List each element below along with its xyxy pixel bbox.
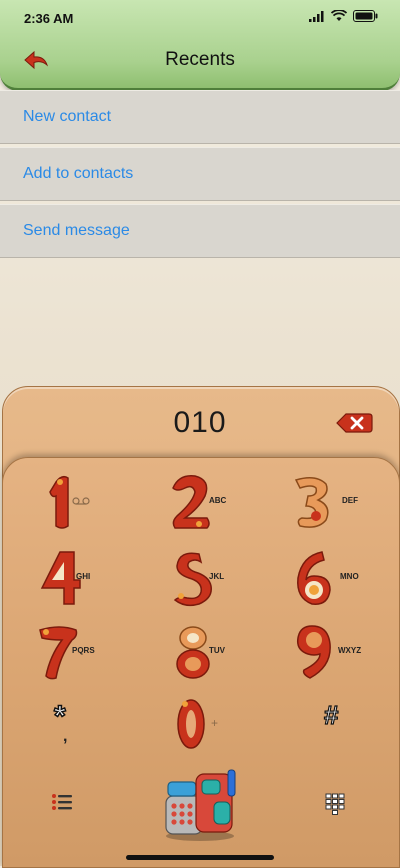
key-0[interactable]: + — [145, 694, 265, 758]
call-log-menu-button[interactable] — [50, 792, 82, 816]
key-1[interactable]: 1 — [14, 472, 134, 536]
key-letters-7: PQRS — [72, 645, 95, 655]
send-message-item[interactable]: Send message — [0, 204, 400, 258]
status-time: 2:36 AM — [24, 11, 74, 26]
key-letters-3: DEF — [342, 495, 358, 505]
key-letters-8: TUV — [209, 645, 225, 655]
wifi-icon — [331, 10, 347, 21]
key-7[interactable]: PQRS — [14, 622, 134, 686]
status-icons — [309, 10, 378, 22]
key-letters-star: , — [63, 728, 68, 745]
clay-phone-icon — [165, 769, 236, 841]
app-header: 2:36 AM Recents — [0, 0, 400, 91]
key-5[interactable]: JKL — [145, 548, 265, 612]
key-letters-2: ABC — [209, 495, 227, 505]
key-hash[interactable]: # — [272, 699, 392, 764]
add-to-contacts-item[interactable]: Add to contacts — [0, 147, 400, 201]
key-letters-0: + — [211, 716, 219, 730]
key-letters-6: MNO — [340, 571, 359, 581]
list-menu-icon — [52, 794, 72, 810]
key-digit-9 — [296, 625, 331, 679]
key-digit-3 — [294, 477, 329, 528]
key-letters-9: WXYZ — [338, 645, 362, 655]
backspace-icon — [336, 413, 373, 433]
voicemail-icon — [72, 497, 90, 505]
key-3[interactable]: DEF — [272, 472, 392, 536]
key-2[interactable]: ABC — [145, 472, 265, 536]
call-button[interactable] — [158, 768, 242, 842]
battery-icon — [353, 10, 378, 22]
key-letters-5: JKL — [209, 571, 225, 581]
key-8[interactable]: TUV — [145, 622, 265, 686]
signal-icon — [309, 10, 324, 22]
home-indicator[interactable] — [126, 855, 274, 860]
key-digit-6 — [297, 551, 331, 605]
contact-action-menu: New contact Add to contacts Send message — [0, 90, 400, 261]
key-star[interactable]: * , — [14, 699, 134, 764]
key-4[interactable]: GHI — [14, 548, 134, 612]
keypad-toggle-button[interactable] — [325, 793, 349, 817]
key-digit-hash: # — [323, 699, 339, 730]
page-title: Recents — [165, 49, 235, 70]
key-letters-4: GHI — [76, 571, 91, 581]
key-9[interactable]: WXYZ — [272, 622, 392, 686]
delete-button[interactable] — [335, 412, 373, 434]
key-6[interactable]: MNO — [272, 548, 392, 612]
keypad-grid-icon — [325, 793, 345, 815]
new-contact-item[interactable]: New contact — [0, 90, 400, 144]
